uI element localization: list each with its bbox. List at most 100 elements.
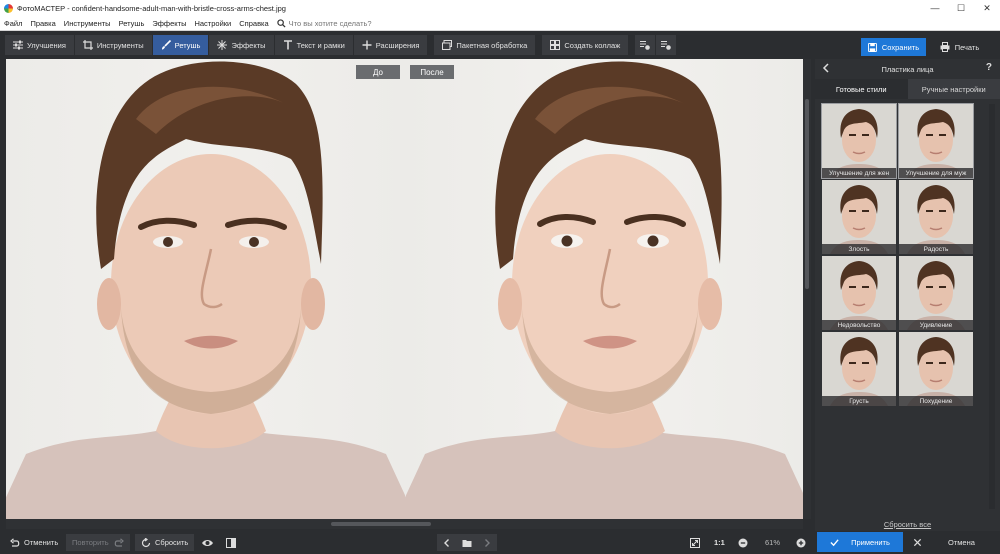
zoom-in-icon bbox=[796, 538, 806, 547]
minimize-button[interactable]: — bbox=[922, 0, 948, 16]
eye-icon bbox=[202, 539, 213, 546]
style-thumbnail-label: Улучшение для муж bbox=[899, 168, 973, 178]
reset-button[interactable]: Сбросить bbox=[135, 534, 195, 551]
style-thumbnail[interactable]: Радость bbox=[899, 180, 973, 254]
reset-all-link[interactable]: Сбросить все bbox=[815, 520, 1000, 529]
style-thumbnail[interactable]: Злость bbox=[822, 180, 896, 254]
fit-screen-icon bbox=[690, 537, 700, 548]
redo-button[interactable]: Повторить bbox=[66, 534, 130, 551]
undo-button[interactable]: Отменить bbox=[10, 534, 58, 551]
tab-text-frames[interactable]: Текст и рамки bbox=[274, 35, 354, 55]
undo-icon bbox=[10, 537, 20, 547]
menu-retouch[interactable]: Ретушь bbox=[115, 19, 149, 28]
tab-enhancements[interactable]: Улучшения bbox=[5, 35, 75, 55]
panel-scrollbar[interactable] bbox=[989, 104, 995, 509]
app-logo-icon bbox=[4, 3, 13, 13]
apply-button[interactable]: Применить bbox=[817, 532, 903, 552]
compare-button[interactable] bbox=[226, 534, 236, 551]
menu-help[interactable]: Справка bbox=[235, 19, 272, 28]
undo-label: Отменить bbox=[24, 538, 59, 547]
create-collage-button[interactable]: Создать коллаж bbox=[542, 35, 630, 55]
actual-size-button[interactable]: 1:1 bbox=[714, 534, 725, 551]
layers-button-2[interactable] bbox=[656, 35, 678, 55]
tab-retouch-label: Ретушь bbox=[174, 40, 201, 50]
after-label[interactable]: После bbox=[410, 65, 454, 79]
save-button[interactable]: Сохранить bbox=[861, 38, 926, 56]
create-collage-label: Создать коллаж bbox=[564, 40, 621, 50]
title-bar: ФотоМАСТЕР - confident-handsome-adult-ma… bbox=[0, 0, 1000, 16]
preview-eye-button[interactable] bbox=[201, 534, 214, 551]
tab-extensions[interactable]: Расширения bbox=[353, 35, 429, 55]
style-thumbnail-label: Недовольство bbox=[822, 320, 896, 330]
zoom-out-icon bbox=[738, 538, 748, 547]
photo-canvas[interactable]: До После bbox=[6, 59, 803, 519]
tab-effects[interactable]: Эффекты bbox=[209, 35, 275, 55]
cancel-label: Отмена bbox=[948, 537, 975, 547]
style-thumbnail[interactable]: Грусть bbox=[822, 332, 896, 406]
maximize-button[interactable]: ☐ bbox=[948, 0, 974, 16]
menu-edit[interactable]: Правка bbox=[26, 19, 59, 28]
tab-effects-label: Эффекты bbox=[231, 40, 266, 50]
canvas-horizontal-scrollbar[interactable] bbox=[6, 519, 803, 529]
folder-icon[interactable] bbox=[462, 538, 472, 548]
redo-icon bbox=[114, 537, 124, 547]
vertical-scroll-thumb[interactable] bbox=[805, 99, 809, 289]
batch-icon bbox=[442, 40, 453, 50]
style-thumbnail[interactable]: Улучшение для муж bbox=[898, 103, 974, 179]
chevron-right-icon[interactable] bbox=[482, 538, 492, 548]
zoom-in-button[interactable] bbox=[796, 534, 806, 551]
reset-label: Сбросить bbox=[155, 538, 189, 547]
help-icon[interactable]: ? bbox=[986, 62, 992, 73]
tab-ready-styles[interactable]: Готовые стили bbox=[815, 79, 908, 99]
tab-extensions-label: Расширения bbox=[375, 40, 420, 50]
tab-manual-settings[interactable]: Ручные настройки bbox=[907, 79, 1000, 99]
back-arrow-icon[interactable] bbox=[821, 63, 831, 73]
face-thumbnail-image bbox=[822, 256, 896, 330]
menu-settings[interactable]: Настройки bbox=[190, 19, 235, 28]
list-remove-icon bbox=[661, 41, 672, 50]
sparkle-icon bbox=[217, 40, 228, 50]
window-controls: — ☐ ✕ bbox=[922, 0, 1000, 16]
plus-icon bbox=[362, 40, 372, 50]
menu-effects[interactable]: Эффекты bbox=[148, 19, 190, 28]
checkmark-icon bbox=[830, 538, 839, 546]
batch-processing-button[interactable]: Пакетная обработка bbox=[434, 35, 537, 55]
style-thumbnail[interactable]: Улучшение для жен bbox=[821, 103, 897, 179]
apply-label: Применить bbox=[851, 537, 890, 547]
tab-retouch[interactable]: Ретушь bbox=[152, 35, 210, 55]
print-button[interactable]: Печать bbox=[932, 38, 987, 56]
close-button[interactable]: ✕ bbox=[974, 0, 1000, 16]
zoom-value: 61% bbox=[765, 538, 781, 547]
style-thumbnail[interactable]: Удивление bbox=[899, 256, 973, 330]
batch-processing-label: Пакетная обработка bbox=[456, 40, 528, 50]
cancel-button[interactable]: Отмена bbox=[910, 532, 990, 552]
style-thumbnail-label: Радость bbox=[899, 244, 973, 254]
text-icon bbox=[283, 40, 292, 50]
zoom-out-button[interactable] bbox=[738, 534, 748, 551]
search-input[interactable] bbox=[288, 18, 399, 28]
tab-tools[interactable]: Инструменты bbox=[74, 35, 153, 55]
before-label[interactable]: До bbox=[356, 65, 400, 79]
image-navigator bbox=[437, 534, 497, 551]
face-thumbnail-image bbox=[822, 332, 896, 406]
style-thumbnail-label: Грусть bbox=[822, 396, 896, 406]
redo-label: Повторить bbox=[72, 538, 109, 547]
panel-header: Пластика лица ? bbox=[815, 59, 1000, 79]
menu-file[interactable]: Файл bbox=[0, 19, 26, 28]
style-thumbnail-label: Удивление bbox=[899, 320, 973, 330]
style-thumbnail[interactable]: Недовольство bbox=[822, 256, 896, 330]
tab-tools-label: Инструменты bbox=[96, 40, 144, 50]
portrait-before-image bbox=[6, 61, 405, 519]
layers-button-1[interactable] bbox=[635, 35, 657, 55]
face-thumbnail-image bbox=[822, 104, 896, 178]
menu-tools[interactable]: Инструменты bbox=[60, 19, 115, 28]
style-thumbnail-label: Злость bbox=[822, 244, 896, 254]
style-thumbnail[interactable]: Похудение bbox=[899, 332, 973, 406]
chevron-left-icon[interactable] bbox=[442, 538, 452, 548]
canvas-vertical-scrollbar[interactable] bbox=[803, 59, 811, 519]
horizontal-scroll-thumb[interactable] bbox=[331, 522, 431, 526]
tab-text-frames-label: Текст и рамки bbox=[296, 40, 345, 50]
window-title: ФотоМАСТЕР - confident-handsome-adult-ma… bbox=[17, 3, 286, 13]
panel-title: Пластика лица bbox=[881, 64, 934, 74]
fit-screen-button[interactable] bbox=[690, 534, 700, 551]
